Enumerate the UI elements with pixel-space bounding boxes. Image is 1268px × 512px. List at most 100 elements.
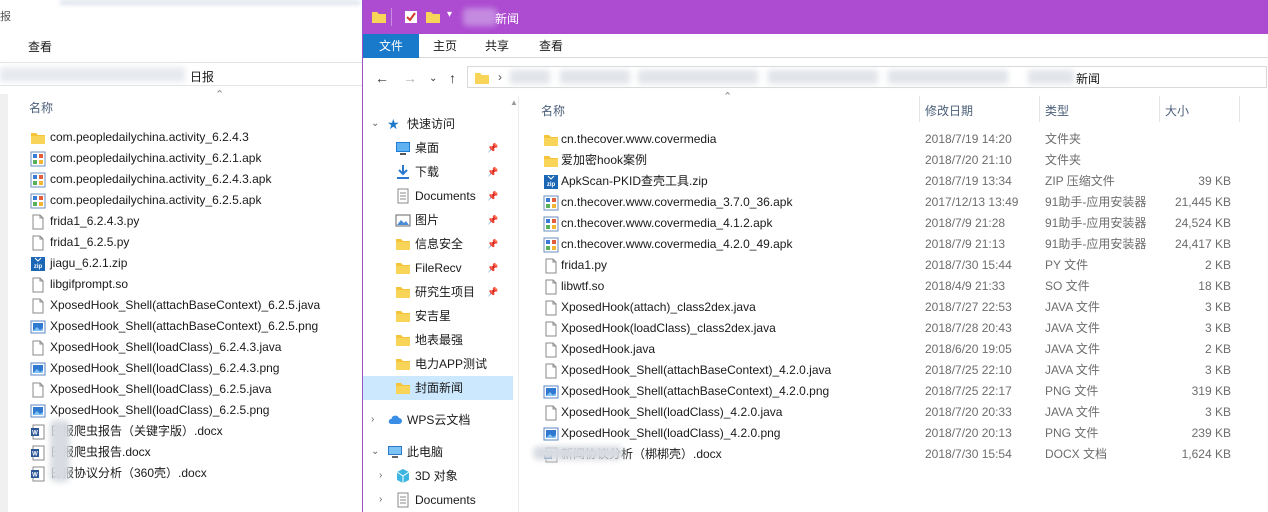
- file-type: PY 文件: [1045, 258, 1089, 272]
- nav-item[interactable]: 封面新闻: [363, 376, 513, 400]
- column-separator[interactable]: [1039, 96, 1040, 122]
- nav-this-pc[interactable]: ⌄ 此电脑: [363, 440, 513, 464]
- background-file-row[interactable]: W 日报爬虫报告（关键字版）.docx: [28, 421, 362, 442]
- file-row[interactable]: frida1.py 2018/7/30 15:44 PY 文件 2 KB: [523, 255, 1268, 276]
- column-separator[interactable]: [1159, 96, 1160, 122]
- nav-wps[interactable]: › WPS云文档: [363, 408, 513, 432]
- chevron-down-icon[interactable]: ⌄: [371, 440, 379, 464]
- nav-item[interactable]: 电力APP测试: [363, 352, 513, 376]
- nav-item[interactable]: 桌面 📌: [363, 136, 513, 160]
- folder-icon: [395, 308, 411, 324]
- nav-item[interactable]: 安吉星: [363, 304, 513, 328]
- file-icon: [543, 342, 559, 358]
- pin-icon[interactable]: 📌: [487, 184, 498, 208]
- nav-item[interactable]: 图片 📌: [363, 208, 513, 232]
- file-row[interactable]: zip ApkScan-PKID查壳工具.zip 2018/7/19 13:34 ZI…: [523, 171, 1268, 192]
- background-file-row[interactable]: libgifprompt.so: [28, 274, 362, 295]
- pin-icon[interactable]: 📌: [487, 160, 498, 184]
- chevron-right-icon[interactable]: ›: [379, 488, 382, 512]
- pin-icon[interactable]: 📌: [487, 136, 498, 160]
- background-file-row[interactable]: com.peopledailychina.activity_6.2.4.3.ap…: [28, 169, 362, 190]
- background-file-row[interactable]: W 日报协议分析（360壳）.docx: [28, 463, 362, 484]
- background-file-row[interactable]: XposedHook_Shell(loadClass)_6.2.4.3.java: [28, 337, 362, 358]
- address-bar[interactable]: › 新闻: [467, 66, 1267, 88]
- background-file-row[interactable]: zip jiagu_6.2.1.zip: [28, 253, 362, 274]
- file-row[interactable]: cn.thecover.www.covermedia_4.1.2.apk 2018…: [523, 213, 1268, 234]
- tab-view[interactable]: 查看: [525, 34, 577, 58]
- file-row[interactable]: cn.thecover.www.covermedia 2018/7/19 14:2…: [523, 129, 1268, 150]
- file-row[interactable]: 爱加密hook案例 2018/7/20 21:10 文件夹: [523, 150, 1268, 171]
- recent-locations-icon[interactable]: ⌄: [429, 73, 437, 84]
- scroll-up-icon[interactable]: ▲: [510, 98, 518, 107]
- file-row[interactable]: libwtf.so 2018/4/9 21:33 SO 文件 18 KB: [523, 276, 1268, 297]
- file-row[interactable]: W新闻协议分析（梆梆壳）.docx2018/7/30 15:54DOCX 文档1…: [523, 444, 1268, 465]
- chevron-down-icon[interactable]: ⌄: [371, 112, 379, 136]
- background-file-row[interactable]: XposedHook_Shell(loadClass)_6.2.4.3.png: [28, 358, 362, 379]
- file-size: 3 KB: [1204, 363, 1231, 377]
- nav-item[interactable]: 研究生项目 📌: [363, 280, 513, 304]
- properties-icon[interactable]: [403, 9, 419, 25]
- background-file-row[interactable]: frida1_6.2.5.py: [28, 232, 362, 253]
- nav-pc-item[interactable]: › 3D 对象: [363, 464, 513, 488]
- background-file-row[interactable]: XposedHook_Shell(loadClass)_6.2.5.png: [28, 400, 362, 421]
- docx-icon: W: [30, 445, 46, 461]
- nav-scrollbar[interactable]: ▲: [508, 96, 518, 512]
- nav-item[interactable]: 下载 📌: [363, 160, 513, 184]
- file-row[interactable]: XposedHook(attach)_class2dex.java 2018/7/…: [523, 297, 1268, 318]
- nav-item[interactable]: 信息安全 📌: [363, 232, 513, 256]
- file-row[interactable]: XposedHook(loadClass)_class2dex.java 2018…: [523, 318, 1268, 339]
- background-file-row[interactable]: XposedHook_Shell(attachBaseContext)_6.2.…: [28, 316, 362, 337]
- background-column-name[interactable]: 名称: [29, 99, 53, 116]
- nav-item[interactable]: 地表最强: [363, 328, 513, 352]
- background-tab-view[interactable]: 查看: [28, 38, 52, 55]
- tab-home[interactable]: 主页: [419, 34, 471, 58]
- chevron-right-icon[interactable]: ›: [371, 408, 374, 432]
- file-row[interactable]: cn.thecover.www.covermedia_4.2.0_49.apk 2…: [523, 234, 1268, 255]
- nav-item[interactable]: FileRecv 📌: [363, 256, 513, 280]
- column-separator[interactable]: [1239, 96, 1240, 122]
- customize-quick-access-icon[interactable]: ▾: [447, 9, 452, 20]
- background-file-row[interactable]: com.peopledailychina.activity_6.2.1.apk: [28, 148, 362, 169]
- background-file-row[interactable]: XposedHook_Shell(attachBaseContext)_6.2.…: [28, 295, 362, 316]
- file-row[interactable]: XposedHook_Shell(loadClass)_4.2.0.png 201…: [523, 423, 1268, 444]
- file-icon: [543, 279, 559, 295]
- column-date[interactable]: 修改日期: [925, 102, 973, 119]
- file-row[interactable]: XposedHook.java 2018/6/20 19:05 JAVA 文件 2 K…: [523, 339, 1268, 360]
- background-column-header[interactable]: ⌃ 名称: [0, 89, 362, 116]
- new-folder-icon[interactable]: [425, 9, 441, 25]
- file-date: 2018/7/19 13:34: [925, 174, 1012, 188]
- back-arrow-icon[interactable]: ←: [375, 70, 389, 86]
- background-file-row[interactable]: frida1_6.2.4.3.py: [28, 211, 362, 232]
- background-file-row[interactable]: W 日报爬虫报告.docx: [28, 442, 362, 463]
- file-row[interactable]: XposedHook_Shell(attachBaseContext)_4.2.…: [523, 360, 1268, 381]
- file-row[interactable]: XposedHook_Shell(attachBaseContext)_4.2.…: [523, 381, 1268, 402]
- nav-pc-item[interactable]: › Documents: [363, 488, 513, 512]
- column-name[interactable]: 名称: [541, 102, 565, 119]
- tab-share[interactable]: 共享: [471, 34, 523, 58]
- column-size[interactable]: 大小: [1165, 102, 1189, 119]
- background-file-row[interactable]: com.peopledailychina.activity_6.2.5.apk: [28, 190, 362, 211]
- nav-item[interactable]: Documents 📌: [363, 184, 513, 208]
- background-file-row[interactable]: XposedHook_Shell(loadClass)_6.2.5.java: [28, 379, 362, 400]
- background-nav-scroll[interactable]: [0, 94, 8, 512]
- background-address-bar[interactable]: 日报: [0, 62, 362, 86]
- column-type[interactable]: 类型: [1045, 102, 1069, 119]
- address-current-folder[interactable]: 新闻: [1076, 70, 1100, 87]
- file-row[interactable]: cn.thecover.www.covermedia_3.7.0_36.apk 2…: [523, 192, 1268, 213]
- column-separator[interactable]: [919, 96, 920, 122]
- background-file-row[interactable]: com.peopledailychina.activity_6.2.4.3: [28, 127, 362, 148]
- chevron-right-icon[interactable]: ›: [379, 464, 382, 488]
- ribbon-tabs: 文件 主页 共享 查看: [363, 34, 1268, 58]
- forward-arrow-icon[interactable]: →: [403, 70, 417, 86]
- nav-item-label: 研究生项目: [415, 285, 476, 299]
- title-bar[interactable]: ▾ 新闻: [363, 0, 1268, 34]
- up-arrow-icon[interactable]: ↑: [449, 70, 456, 86]
- pin-icon[interactable]: 📌: [487, 280, 498, 304]
- pin-icon[interactable]: 📌: [487, 232, 498, 256]
- pin-icon[interactable]: 📌: [487, 256, 498, 280]
- nav-quick-access[interactable]: ⌄ ★ 快速访问: [363, 112, 513, 136]
- file-size: 39 KB: [1198, 174, 1231, 188]
- tab-file[interactable]: 文件: [363, 34, 419, 58]
- pin-icon[interactable]: 📌: [487, 208, 498, 232]
- file-row[interactable]: XposedHook_Shell(loadClass)_4.2.0.java 20…: [523, 402, 1268, 423]
